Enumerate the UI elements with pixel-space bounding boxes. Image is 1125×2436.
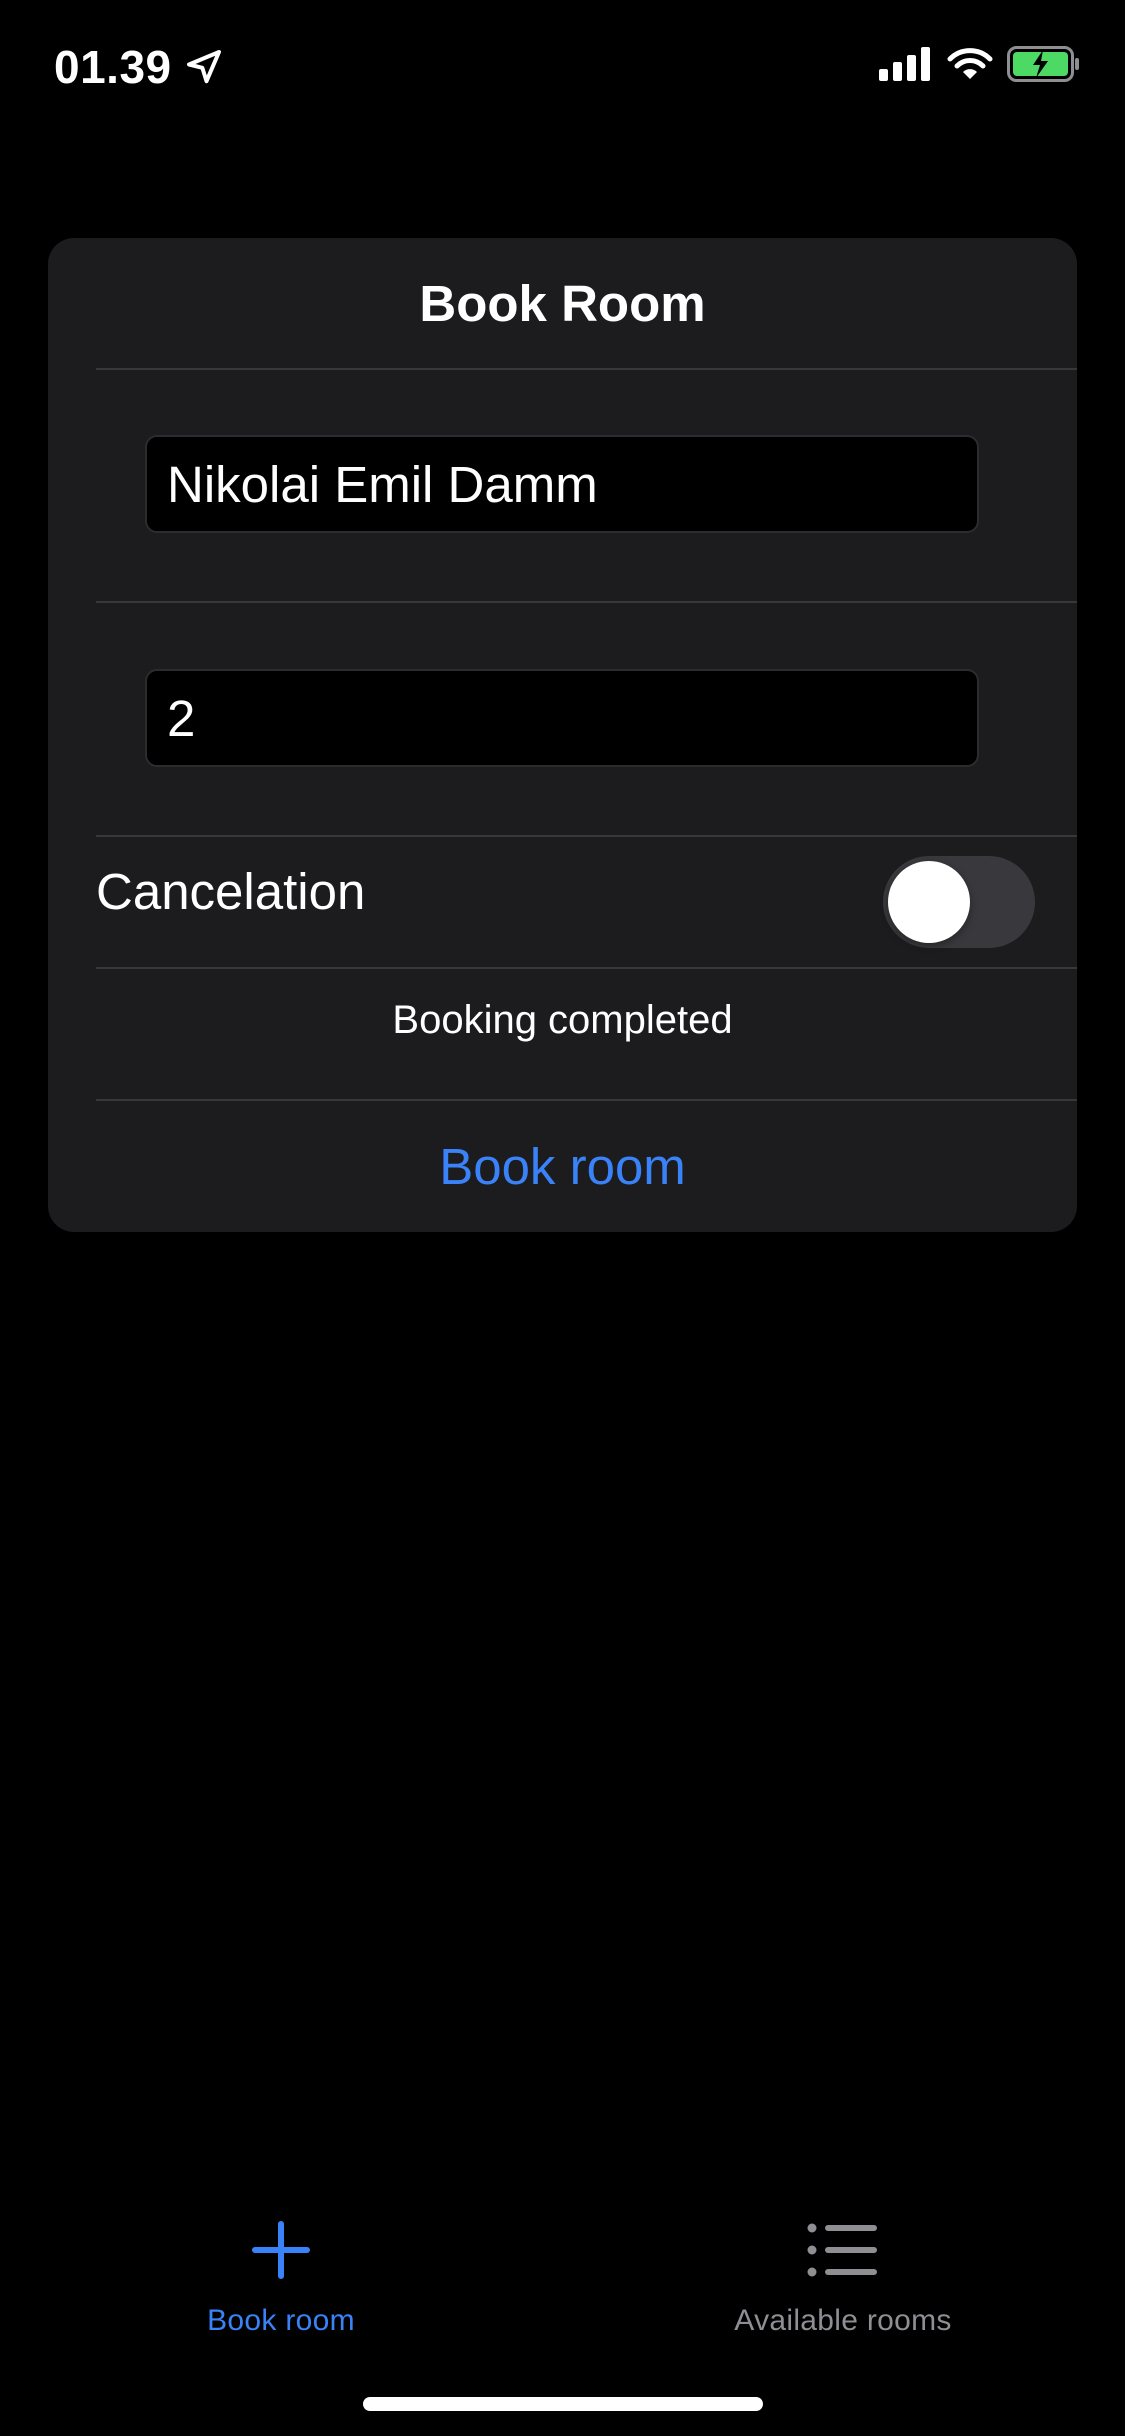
tab-book-room[interactable]: Book room — [81, 2190, 481, 2350]
booking-form-card: Book Room Nikolai Emil Damm 2 Cancelatio… — [48, 238, 1077, 1232]
battery-charging-icon — [1007, 46, 1079, 82]
divider — [96, 601, 1077, 603]
book-room-button[interactable]: Book room — [48, 1100, 1077, 1232]
tab-bar: Book room Available rooms — [0, 2190, 1125, 2350]
status-icons — [879, 46, 1081, 82]
cancelation-label: Cancelation — [96, 862, 366, 920]
status-bar: 01.39 — [0, 0, 1125, 140]
name-input-value: Nikolai Emil Damm — [167, 455, 598, 513]
form-title: Book Room — [419, 274, 706, 332]
wifi-icon — [947, 48, 993, 79]
cancelation-toggle[interactable] — [883, 856, 1035, 948]
booking-status-message: Booking completed — [392, 997, 733, 1042]
guests-input-value: 2 — [167, 689, 196, 747]
tab-available-rooms-label: Available rooms — [734, 2304, 952, 2337]
toggle-knob — [888, 861, 970, 943]
guests-input[interactable]: 2 — [145, 669, 979, 767]
tab-book-room-label: Book room — [207, 2304, 355, 2337]
location-arrow-icon — [186, 50, 221, 84]
home-indicator[interactable] — [363, 2397, 763, 2411]
status-time: 01.39 — [54, 40, 224, 94]
time-label: 01.39 — [54, 41, 172, 93]
plus-icon — [252, 2221, 310, 2279]
list-icon — [807, 2223, 877, 2277]
cellular-signal-icon — [879, 47, 930, 81]
divider — [96, 368, 1077, 370]
tab-available-rooms[interactable]: Available rooms — [643, 2190, 1043, 2350]
name-input[interactable]: Nikolai Emil Damm — [145, 435, 979, 533]
